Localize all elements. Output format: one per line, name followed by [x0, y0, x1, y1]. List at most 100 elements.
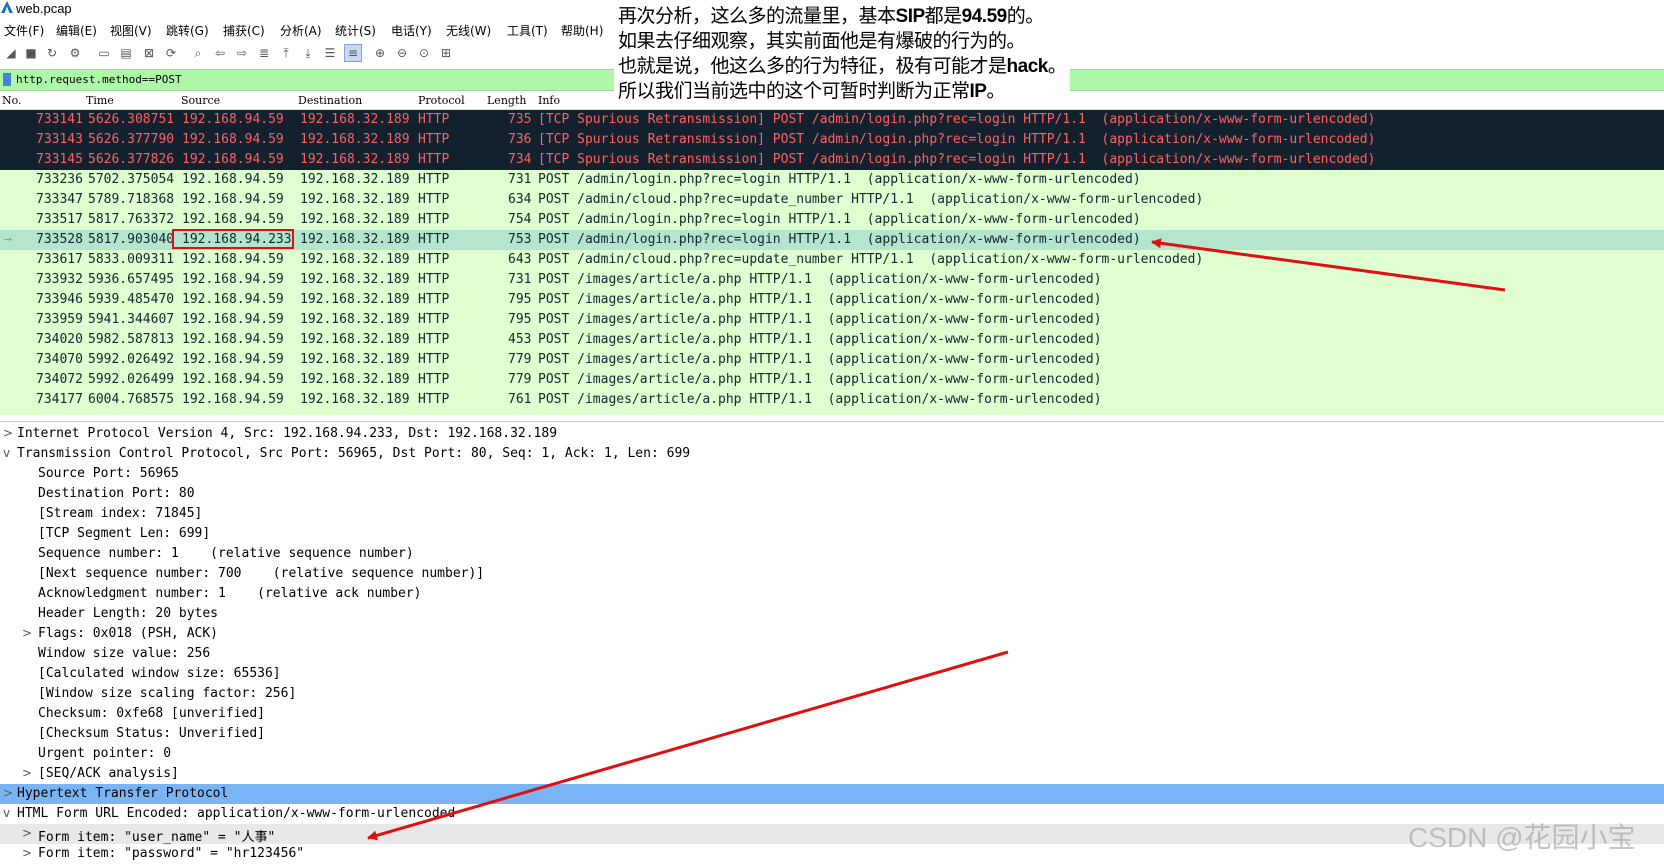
save-icon[interactable]: ▤	[118, 45, 134, 61]
resize-columns-icon[interactable]: ⊞	[438, 45, 454, 61]
detail-field[interactable]: Source Port: 56965	[0, 464, 1664, 484]
close-file-icon[interactable]: ⊠	[141, 45, 157, 61]
detail-ipv4[interactable]: > Internet Protocol Version 4, Src: 192.1…	[0, 424, 1664, 444]
detail-tcp[interactable]: v Transmission Control Protocol, Src Port…	[0, 444, 1664, 464]
packet-row[interactable]: 734072 5992.026499 192.168.94.59 192.168…	[0, 370, 1664, 390]
bookmark-icon[interactable]	[3, 73, 11, 86]
packet-row[interactable]: 733143 5626.377790 192.168.94.59 192.168…	[0, 130, 1664, 150]
chevron-right-icon[interactable]: >	[22, 626, 32, 640]
packet-info: POST /admin/cloud.php?rec=update_number …	[538, 252, 1204, 267]
menu-telephony[interactable]: 电话(Y)	[391, 22, 432, 39]
packet-row[interactable]: 733517 5817.763372 192.168.94.59 192.168…	[0, 210, 1664, 230]
detail-text: [Checksum Status: Unverified]	[38, 726, 265, 741]
detail-field[interactable]: Destination Port: 80	[0, 484, 1664, 504]
options-gear-icon[interactable]: ⚙	[67, 45, 83, 61]
packet-length: 795	[508, 292, 532, 307]
packet-row[interactable]: 733145 5626.377826 192.168.94.59 192.168…	[0, 150, 1664, 170]
detail-field[interactable]: Sequence number: 1 (relative sequence nu…	[0, 544, 1664, 564]
packet-row[interactable]: 733946 5939.485470 192.168.94.59 192.168…	[0, 290, 1664, 310]
goto-packet-icon[interactable]: ≣	[256, 45, 272, 61]
detail-field[interactable]: Window size value: 256	[0, 644, 1664, 664]
packet-info: POST /admin/cloud.php?rec=update_number …	[538, 192, 1204, 207]
reload-icon[interactable]: ⟳	[163, 45, 179, 61]
last-packet-icon[interactable]: ⤓	[300, 45, 316, 61]
packet-row[interactable]: 733617 5833.009311 192.168.94.59 192.168…	[0, 250, 1664, 270]
packet-time: 5626.377826	[88, 152, 175, 167]
menu-go[interactable]: 跳转(G)	[166, 22, 209, 39]
detail-field[interactable]: [Next sequence number: 700 (relative seq…	[0, 564, 1664, 584]
packet-row[interactable]: 733347 5789.718368 192.168.94.59 192.168…	[0, 190, 1664, 210]
column-protocol[interactable]: Protocol	[418, 94, 465, 107]
column-length[interactable]: Length	[487, 94, 526, 107]
zoom-in-icon[interactable]: ⊕	[372, 45, 388, 61]
menu-view[interactable]: 视图(V)	[110, 22, 152, 39]
menu-help[interactable]: 帮助(H)	[561, 22, 603, 39]
chevron-right-icon[interactable]: >	[22, 826, 32, 840]
packet-length: 795	[508, 312, 532, 327]
menu-analyze[interactable]: 分析(A)	[280, 22, 322, 39]
open-folder-icon[interactable]: ▭	[96, 45, 112, 61]
packet-row[interactable]: 733236 5702.375054 192.168.94.59 192.168…	[0, 170, 1664, 190]
menu-wireless[interactable]: 无线(W)	[446, 22, 491, 39]
column-info[interactable]: Info	[538, 94, 560, 107]
forward-arrow-icon[interactable]: ⇨	[234, 45, 250, 61]
detail-field[interactable]: Header Length: 20 bytes	[0, 604, 1664, 624]
packet-row[interactable]: 734177 6004.768575 192.168.94.59 192.168…	[0, 390, 1664, 410]
detail-field[interactable]: [Checksum Status: Unverified]	[0, 724, 1664, 744]
detail-field[interactable]: Urgent pointer: 0	[0, 744, 1664, 764]
detail-http[interactable]: > Hypertext Transfer Protocol	[0, 784, 1664, 804]
menu-file[interactable]: 文件(F)	[4, 22, 44, 39]
detail-field[interactable]: [Stream index: 71845]	[0, 504, 1664, 524]
detail-field[interactable]: [Calculated window size: 65536]	[0, 664, 1664, 684]
packet-length: 643	[508, 252, 532, 267]
packet-destination: 192.168.32.189	[300, 212, 410, 227]
chevron-right-icon[interactable]: >	[22, 766, 32, 780]
find-icon[interactable]: ⌕	[190, 45, 206, 61]
restart-icon[interactable]: ↻	[44, 45, 60, 61]
detail-field[interactable]: Acknowledgment number: 1 (relative ack n…	[0, 584, 1664, 604]
packet-destination: 192.168.32.189	[300, 172, 410, 187]
zoom-normal-icon[interactable]: ⊙	[416, 45, 432, 61]
column-no[interactable]: No.	[2, 94, 22, 107]
packet-source: 192.168.94.59	[182, 112, 284, 127]
first-packet-icon[interactable]: ⤒	[278, 45, 294, 61]
detail-field[interactable]: Checksum: 0xfe68 [unverified]	[0, 704, 1664, 724]
detail-field[interactable]: [TCP Segment Len: 699]	[0, 524, 1664, 544]
detail-flags[interactable]: > Flags: 0x018 (PSH, ACK)	[0, 624, 1664, 644]
annotation-note: 再次分析，这么多的流量里，基本SIP都是94.59的。 如果去仔细观察，其实前面…	[614, 4, 1071, 104]
packet-row[interactable]: 733959 5941.344607 192.168.94.59 192.168…	[0, 310, 1664, 330]
detail-text: [TCP Segment Len: 699]	[38, 526, 211, 541]
shark-fin-start-icon[interactable]: ◢	[3, 45, 19, 61]
colorize-icon[interactable]: ≡	[344, 44, 362, 62]
packet-destination: 192.168.32.189	[300, 332, 410, 347]
packet-protocol: HTTP	[418, 152, 450, 167]
menu-statistics[interactable]: 统计(S)	[335, 22, 376, 39]
packet-destination: 192.168.32.189	[300, 392, 410, 407]
zoom-out-icon[interactable]: ⊖	[394, 45, 410, 61]
chevron-right-icon[interactable]: >	[3, 786, 13, 800]
chevron-down-icon[interactable]: v	[3, 806, 10, 820]
packet-row[interactable]: 733141 5626.308751 192.168.94.59 192.168…	[0, 110, 1664, 130]
chevron-right-icon[interactable]: >	[3, 426, 13, 440]
menu-edit[interactable]: 编辑(E)	[56, 22, 97, 39]
chevron-down-icon[interactable]: v	[3, 446, 10, 460]
source-ip-highlight-box	[172, 229, 294, 249]
column-source[interactable]: Source	[181, 94, 220, 107]
packet-row-selected[interactable]: → 733528 5817.903040 192.168.94.233 192.…	[0, 229, 1664, 250]
packet-row[interactable]: 733932 5936.657495 192.168.94.59 192.168…	[0, 270, 1664, 290]
menu-tools[interactable]: 工具(T)	[507, 22, 548, 39]
back-arrow-icon[interactable]: ⇦	[212, 45, 228, 61]
packet-destination: 192.168.32.189	[300, 232, 410, 247]
column-time[interactable]: Time	[86, 94, 114, 107]
packet-row[interactable]: 734070 5992.026492 192.168.94.59 192.168…	[0, 350, 1664, 370]
stop-icon[interactable]: ■	[23, 45, 39, 61]
menu-capture[interactable]: 捕获(C)	[223, 22, 265, 39]
column-destination[interactable]: Destination	[298, 94, 362, 107]
detail-field[interactable]: [Window size scaling factor: 256]	[0, 684, 1664, 704]
chevron-right-icon[interactable]: >	[22, 846, 32, 860]
packet-time: 5992.026499	[88, 372, 175, 387]
packet-row[interactable]: 734020 5982.587813 192.168.94.59 192.168…	[0, 330, 1664, 350]
detail-seq-ack[interactable]: > [SEQ/ACK analysis]	[0, 764, 1664, 784]
autoscroll-icon[interactable]: ☰	[322, 45, 338, 61]
packet-destination: 192.168.32.189	[300, 372, 410, 387]
